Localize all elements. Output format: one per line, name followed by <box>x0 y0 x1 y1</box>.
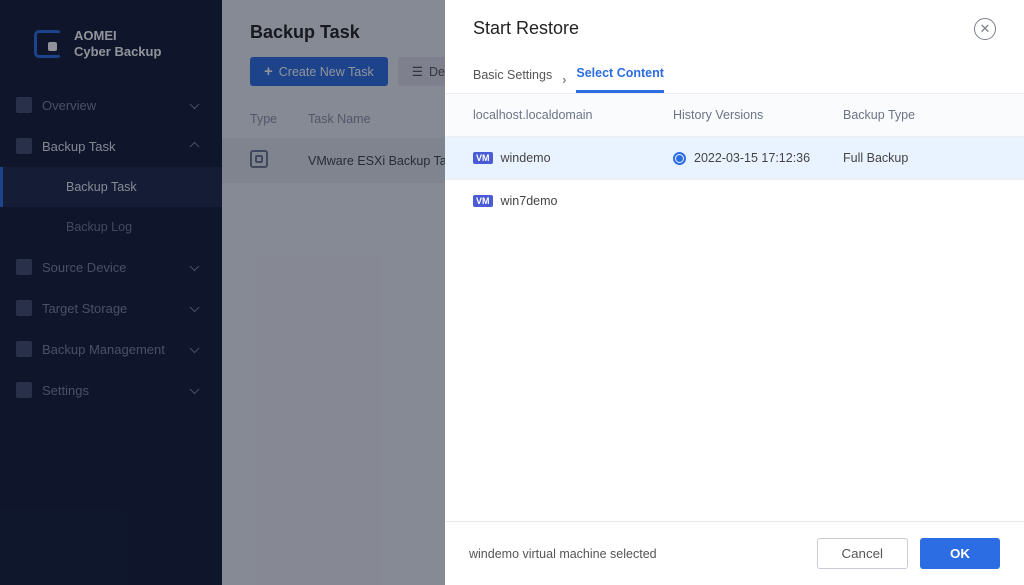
col-backup-type: Backup Type <box>843 108 996 122</box>
backup-type: Full Backup <box>843 151 996 165</box>
col-history: History Versions <box>673 108 843 122</box>
close-icon: ✕ <box>980 21 991 37</box>
close-button[interactable]: ✕ <box>974 18 996 40</box>
modal-footer: windemo virtual machine selected Cancel … <box>445 521 1024 585</box>
footer-status: windemo virtual machine selected <box>469 547 657 561</box>
step-basic-settings[interactable]: Basic Settings <box>473 68 552 92</box>
ok-button[interactable]: OK <box>920 538 1000 569</box>
vm-name: windemo <box>501 151 551 165</box>
version-radio[interactable] <box>673 152 686 165</box>
chevron-right-icon: › <box>562 73 566 87</box>
cancel-button[interactable]: Cancel <box>817 538 909 569</box>
vm-row[interactable]: VM windemo 2022-03-15 17:12:36 Full Back… <box>445 136 1024 179</box>
vm-icon: VM <box>473 195 493 207</box>
vm-icon: VM <box>473 152 493 164</box>
modal-backdrop <box>0 0 445 585</box>
vm-row[interactable]: VM win7demo <box>445 179 1024 222</box>
modal-title: Start Restore <box>473 18 579 39</box>
restore-modal: Start Restore ✕ Basic Settings › Select … <box>445 0 1024 585</box>
col-host: localhost.localdomain <box>473 108 673 122</box>
wizard-steps: Basic Settings › Select Content <box>445 44 1024 93</box>
step-select-content[interactable]: Select Content <box>576 66 664 93</box>
content-columns-header: localhost.localdomain History Versions B… <box>445 93 1024 136</box>
vm-name: win7demo <box>501 194 558 208</box>
version-timestamp: 2022-03-15 17:12:36 <box>694 151 810 165</box>
